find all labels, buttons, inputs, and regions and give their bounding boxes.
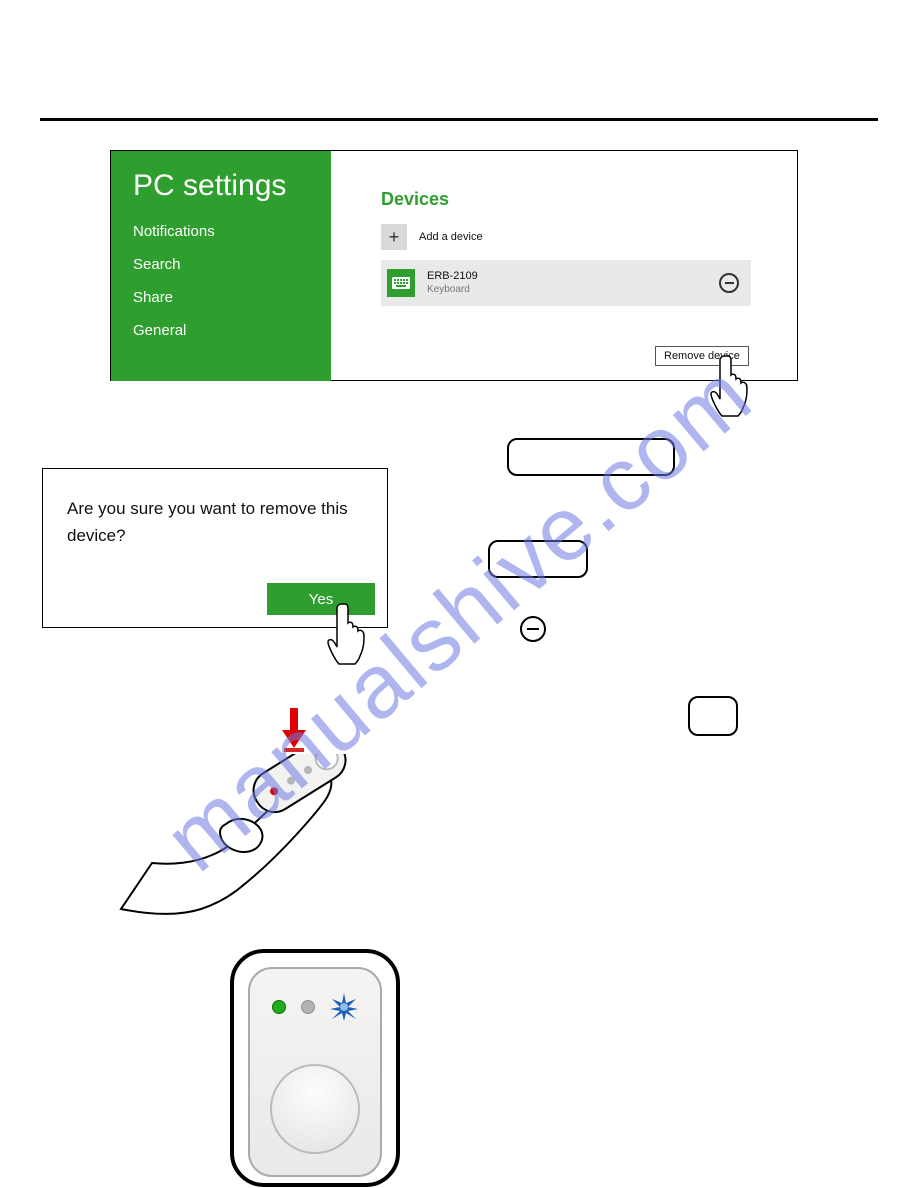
callout-box xyxy=(688,696,738,736)
sidebar-item-search[interactable]: Search xyxy=(133,256,331,273)
sidebar-item-share[interactable]: Share xyxy=(133,289,331,306)
device-kind: Keyboard xyxy=(427,284,478,296)
hand-holding-remote-illustration xyxy=(116,754,366,924)
keyboard-icon xyxy=(387,269,415,297)
callout-box xyxy=(507,438,675,476)
led-green-icon xyxy=(272,1000,286,1014)
callout-box xyxy=(488,540,588,578)
hand-pointer-icon xyxy=(325,600,370,665)
minus-circle-icon xyxy=(520,616,546,642)
round-button-icon xyxy=(270,1064,360,1154)
led-gray-icon xyxy=(301,1000,315,1014)
arrow-down-icon xyxy=(282,708,306,752)
add-device-row[interactable]: + Add a device xyxy=(381,224,797,250)
settings-title: PC settings xyxy=(133,169,331,203)
confirm-message: Are you sure you want to remove this dev… xyxy=(67,495,363,549)
hand-pointer-icon xyxy=(708,352,753,417)
add-device-label: Add a device xyxy=(419,231,483,243)
settings-sidebar: PC settings Notifications Search Share G… xyxy=(111,151,331,381)
horizontal-rule xyxy=(40,118,878,121)
devices-heading: Devices xyxy=(381,189,797,210)
remove-device-icon[interactable] xyxy=(719,273,739,293)
device-name: ERB-2109 xyxy=(427,270,478,283)
remote-closeup-illustration xyxy=(230,949,400,1187)
sidebar-item-general[interactable]: General xyxy=(133,322,331,339)
sidebar-item-notifications[interactable]: Notifications xyxy=(133,223,331,240)
plus-icon: + xyxy=(381,224,407,250)
starburst-icon xyxy=(330,993,358,1021)
device-list-item[interactable]: ERB-2109 Keyboard xyxy=(381,260,751,306)
